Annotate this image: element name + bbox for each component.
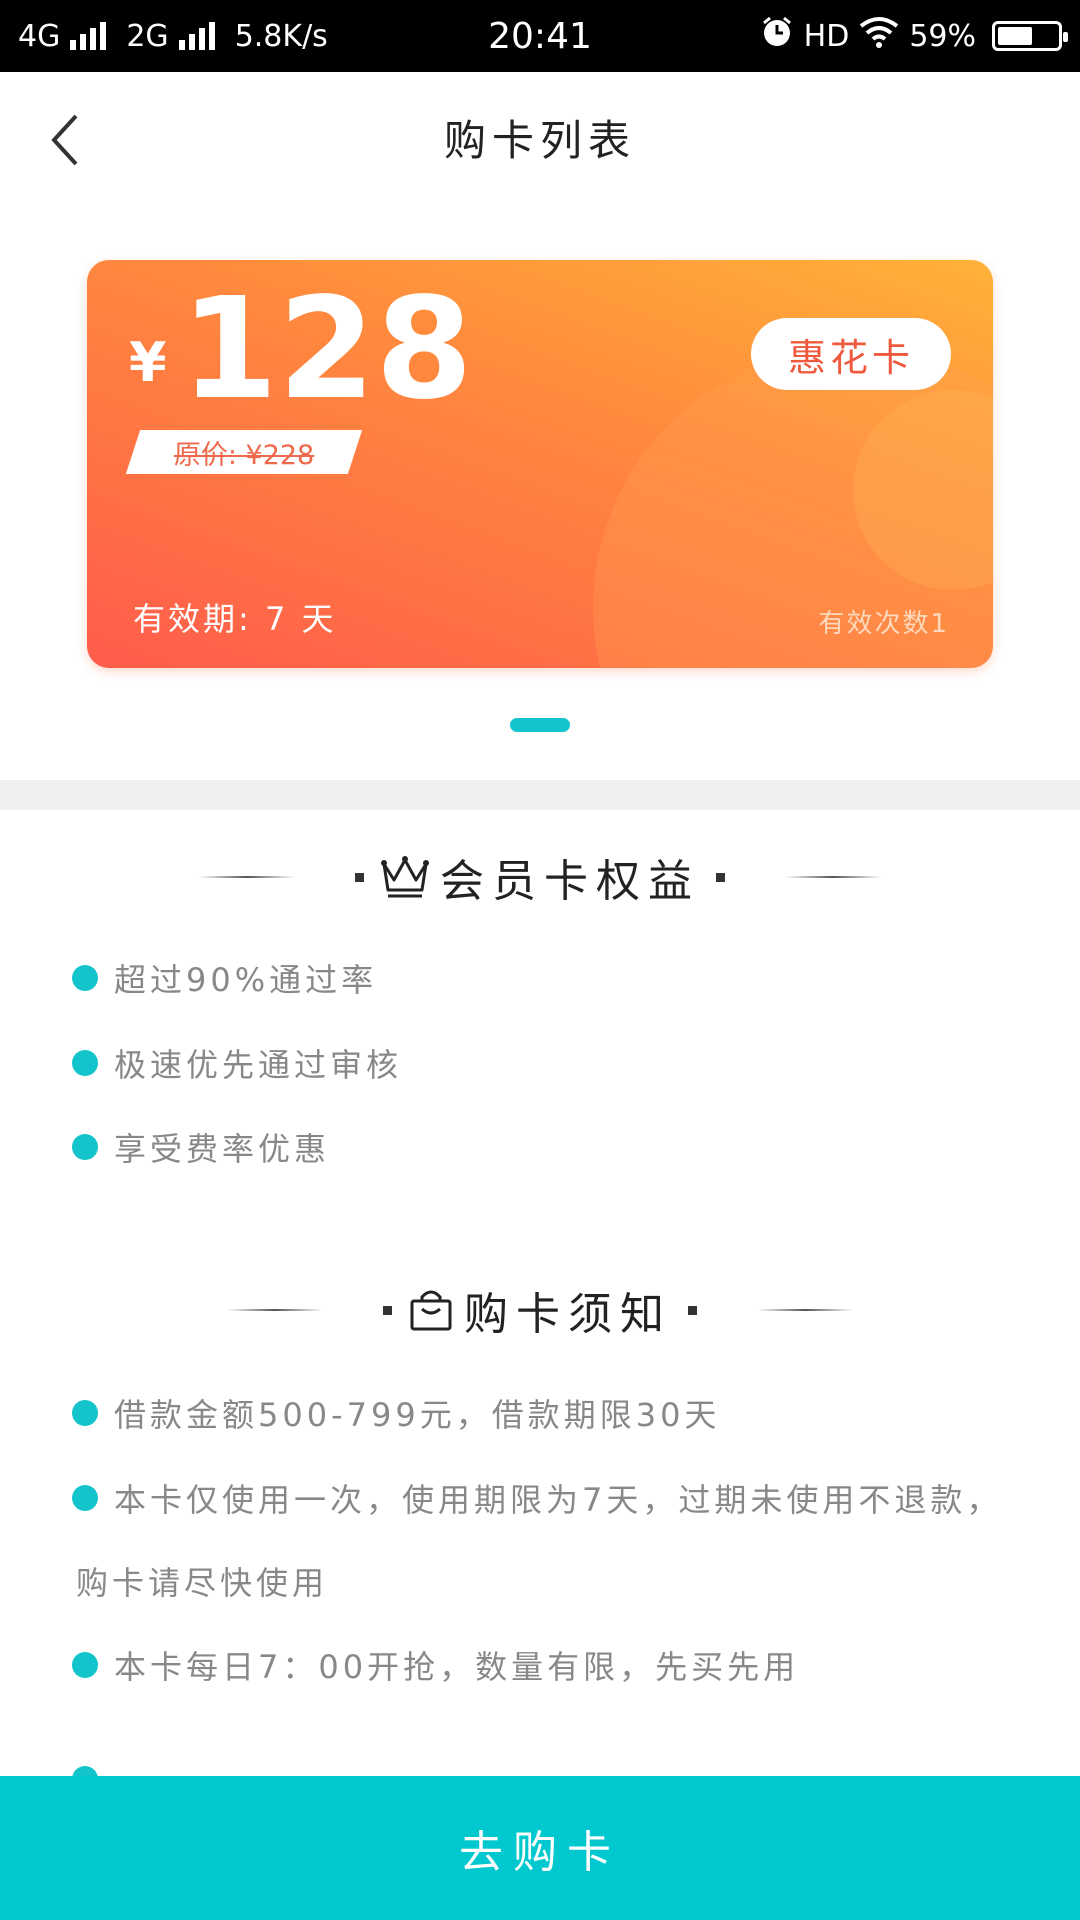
card-type-badge: 惠花卡	[751, 318, 951, 390]
heading-line-right	[757, 1309, 853, 1311]
battery-percent: 59%	[909, 18, 976, 54]
battery-fill	[998, 27, 1032, 45]
card-usage-times: 有效次数1	[818, 609, 949, 639]
benefit-text: 超过90%通过率	[114, 961, 378, 999]
notice-item: 本卡每日7：00开抢，数量有限，先买先用	[72, 1642, 799, 1688]
bullet-dot	[72, 1400, 98, 1426]
signal-icon	[70, 22, 107, 50]
price-row: ¥ 128	[129, 280, 473, 420]
notice-text-continued: 购卡请尽快使用	[76, 1564, 329, 1602]
status-bar: 4G 2G 5.8K/s 20:41 HD 59%	[0, 0, 1080, 72]
benefit-text: 极速优先通过审核	[114, 1046, 403, 1084]
carousel-indicator[interactable]	[510, 718, 570, 732]
bullet-dot	[72, 1134, 98, 1160]
card-price: 128	[180, 268, 473, 431]
heading-line-left	[199, 876, 295, 878]
hd-label: HD	[803, 18, 850, 54]
network-2g: 2G	[126, 18, 169, 54]
card-validity: 有效期: 7 天	[133, 600, 337, 638]
section-divider	[0, 780, 1080, 810]
alarm-icon	[760, 15, 794, 57]
status-right: HD 59%	[760, 15, 1068, 57]
heading-line-right	[785, 876, 881, 878]
price-currency: ¥	[129, 331, 167, 394]
network-speed: 5.8K/s	[234, 18, 328, 54]
heading-line-left	[227, 1309, 323, 1311]
status-left: 4G 2G 5.8K/s	[18, 19, 328, 54]
crown-icon	[380, 854, 430, 900]
bullet-dot	[72, 1652, 98, 1678]
heading-dot-right	[716, 872, 725, 882]
benefit-item: 超过90%通过率	[72, 955, 377, 1001]
wifi-icon	[859, 16, 899, 56]
notice-title: 购卡须知	[464, 1289, 672, 1340]
original-price: 原价: ¥228	[173, 439, 315, 471]
notice-item: 本卡仅使用一次，使用期限为7天，过期未使用不退款，	[72, 1475, 1002, 1521]
heading-dot-right	[688, 1305, 697, 1315]
benefit-text: 享受费率优惠	[114, 1130, 331, 1168]
benefit-item: 享受费率优惠	[72, 1124, 330, 1170]
chevron-left-icon	[51, 114, 78, 166]
membership-card[interactable]: ¥ 128 原价: ¥228 惠花卡 有效期: 7 天 有效次数1	[87, 260, 993, 668]
notice-text: 本卡每日7：00开抢，数量有限，先买先用	[114, 1648, 800, 1686]
heading-dot	[383, 1305, 392, 1315]
battery-icon	[992, 21, 1068, 51]
notice-text: 本卡仅使用一次，使用期限为7天，过期未使用不退款，	[114, 1481, 1003, 1519]
original-price-badge: 原价: ¥228	[125, 430, 363, 474]
network-4g: 4G	[18, 18, 61, 54]
shopping-bag-icon	[408, 1287, 454, 1333]
back-button[interactable]	[40, 110, 90, 170]
bullet-dot	[72, 965, 98, 991]
notice-text: 借款金额500-799元，借款期限30天	[114, 1396, 721, 1434]
bullet-dot	[72, 1050, 98, 1076]
benefit-item: 极速优先通过审核	[72, 1040, 402, 1086]
notice-item: 借款金额500-799元，借款期限30天	[72, 1390, 720, 1436]
benefits-heading: 会员卡权益	[0, 842, 1080, 912]
bullet-dot	[72, 1485, 98, 1511]
page-title: 购卡列表	[443, 115, 636, 165]
buy-card-button[interactable]: 去购卡	[0, 1776, 1080, 1920]
signal-icon-2	[178, 22, 215, 50]
heading-dot	[355, 872, 364, 882]
benefits-title: 会员卡权益	[440, 856, 700, 907]
header: 购卡列表	[0, 72, 1080, 202]
notice-heading: 购卡须知	[0, 1275, 1080, 1345]
